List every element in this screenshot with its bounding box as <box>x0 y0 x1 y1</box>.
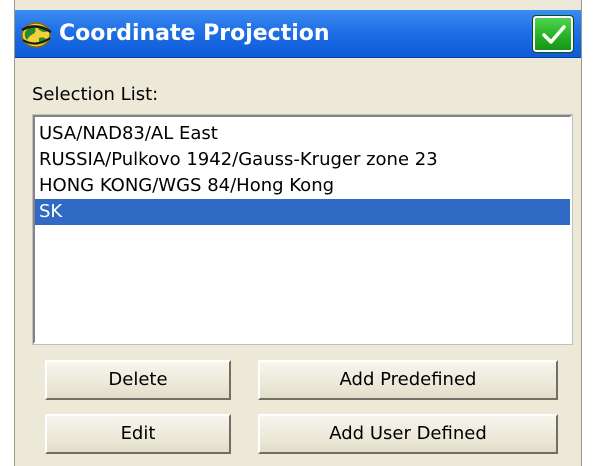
globe-icon <box>19 18 55 50</box>
add-predefined-button[interactable]: Add Predefined <box>258 360 558 400</box>
list-item[interactable]: RUSSIA/Pulkovo 1942/Gauss-Kruger zone 23 <box>35 147 570 173</box>
list-item[interactable]: HONG KONG/WGS 84/Hong Kong <box>35 173 570 199</box>
selection-listbox[interactable]: USA/NAD83/AL East RUSSIA/Pulkovo 1942/Ga… <box>32 114 573 345</box>
list-item-selected[interactable]: SK <box>35 199 570 225</box>
window-title: Coordinate Projection <box>59 21 330 46</box>
edit-button[interactable]: Edit <box>45 414 231 454</box>
ok-button[interactable] <box>532 15 574 53</box>
list-item[interactable]: USA/NAD83/AL East <box>35 121 570 147</box>
title-bar: Coordinate Projection <box>15 10 581 58</box>
add-user-defined-button[interactable]: Add User Defined <box>258 414 558 454</box>
selection-list-label: Selection List: <box>32 84 159 105</box>
delete-button[interactable]: Delete <box>45 360 231 400</box>
coordinate-projection-window: Coordinate Projection Selection List: US… <box>14 0 582 466</box>
